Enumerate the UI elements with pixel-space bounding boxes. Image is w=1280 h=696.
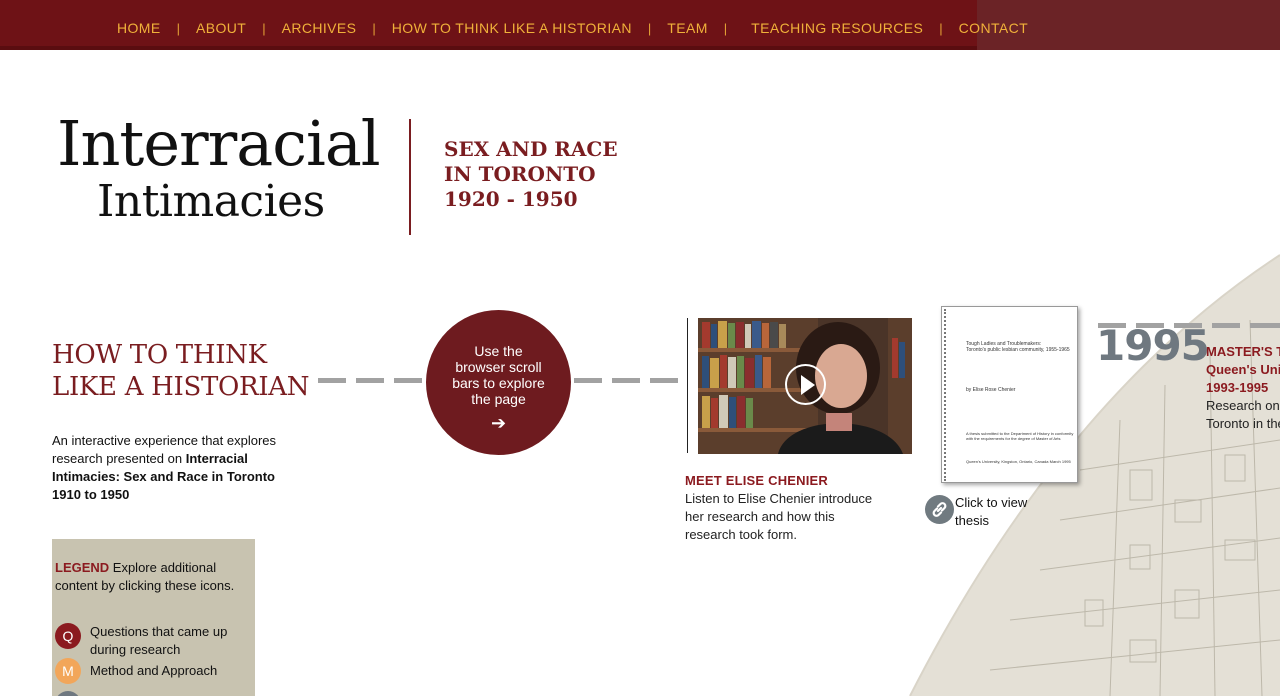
view-thesis-link[interactable]: Click to view thesis	[955, 494, 1045, 530]
masters-desc-line: Research on	[1206, 398, 1280, 413]
spiral-binding	[944, 309, 947, 481]
timeline-dash	[318, 378, 346, 383]
intro-text: An interactive experience that explores …	[52, 432, 292, 504]
site-title-line2: Intimacies	[97, 176, 325, 227]
masters-title-line: MASTER'S T	[1206, 344, 1280, 359]
scroll-hint-line: Use the	[474, 343, 523, 359]
nav-shadow	[0, 46, 977, 50]
thesis-doc-subtitle-text: Toronto's public lesbian community, 1955…	[966, 347, 1070, 353]
nav-separator: |	[939, 20, 943, 36]
legend-header: LEGEND Explore additional content by cli…	[55, 559, 251, 595]
subtitle-line1: SEX AND RACE	[444, 137, 618, 161]
site-title: Interracial	[57, 107, 381, 180]
video-description: Listen to Elise Chenier introduce her re…	[685, 491, 873, 542]
subtitle-line2: IN TORONTO	[444, 162, 596, 186]
subtitle-line3: 1920 - 1950	[444, 187, 578, 211]
timeline-dash	[1250, 323, 1280, 328]
legend-item-label: Method and Approach	[90, 663, 218, 678]
nav-separator: |	[647, 20, 652, 36]
masters-title-line: Queen's Uni	[1206, 362, 1280, 377]
legend-label: LEGEND	[55, 560, 110, 575]
scroll-hint-line: the page	[471, 391, 526, 407]
nav-how-to-think[interactable]: HOW TO THINK LIKE A HISTORIAN	[392, 19, 632, 37]
legend-panel: LEGEND Explore additional content by cli…	[52, 539, 255, 696]
section-heading-line2: LIKE A HISTORIAN	[52, 372, 310, 402]
link-legend-icon[interactable]	[55, 691, 81, 696]
legend-item-label: Questions that came up during research	[90, 624, 228, 657]
nav-contact[interactable]: CONTACT	[959, 19, 1028, 37]
nav-separator: |	[176, 20, 180, 36]
timeline-dash	[650, 378, 678, 383]
timeline-dash	[1212, 323, 1240, 328]
timeline-dash	[394, 378, 422, 383]
nav-teaching-resources[interactable]: TEACHING RESOURCES	[751, 19, 923, 37]
timeline-marker-line	[687, 318, 688, 453]
scroll-hint-line: browser scroll	[455, 359, 542, 375]
arrow-right-icon: ➔	[490, 413, 507, 433]
play-icon[interactable]	[785, 364, 826, 405]
nav-archives[interactable]: ARCHIVES	[282, 19, 357, 37]
nav-about[interactable]: ABOUT	[196, 19, 246, 37]
title-divider	[409, 119, 411, 235]
scroll-hint-line: bars to explore	[452, 375, 545, 391]
legend-item-questions: Q Questions that came up during research	[55, 623, 240, 659]
masters-title[interactable]: MASTER'S T Queen's Uni 1993-1995	[1206, 343, 1280, 397]
scroll-hint-circle[interactable]: Use the browser scroll bars to explore t…	[426, 310, 571, 455]
masters-description: Research on Toronto in the	[1206, 397, 1280, 433]
timeline-dash	[612, 378, 640, 383]
top-navigation: HOME | ABOUT | ARCHIVES | HOW TO THINK LIKE…	[0, 0, 1280, 50]
masters-title-line: 1993-1995	[1206, 380, 1269, 395]
video-title[interactable]: MEET ELISE CHENIER	[685, 472, 828, 489]
method-icon[interactable]: M	[55, 658, 81, 684]
timeline-year: 1995	[1096, 321, 1210, 370]
legend-item-method: M Method and Approach	[55, 658, 240, 684]
nav-separator: |	[723, 20, 728, 36]
section-heading-line1: HOW TO THINK	[52, 340, 267, 370]
link-icon[interactable]	[925, 495, 954, 524]
thesis-doc-statement: A thesis submitted to the Department of …	[966, 431, 1074, 441]
thesis-doc-author: by Elise Rose Chenier	[966, 387, 1016, 393]
section-heading: HOW TO THINK LIKE A HISTORIAN	[52, 339, 310, 403]
masters-desc-line: Toronto in the	[1206, 416, 1280, 431]
thesis-document-image[interactable]: Tough Ladies and Troublemakers: Toronto's…	[941, 306, 1078, 483]
scroll-hint-text: Use the browser scroll bars to explore t…	[426, 343, 571, 407]
timeline-dash	[574, 378, 602, 383]
thesis-doc-title: Tough Ladies and Troublemakers: Toronto's…	[966, 341, 1076, 353]
legend-item-third	[55, 691, 81, 696]
timeline-dash	[356, 378, 384, 383]
nav-separator: |	[262, 20, 266, 36]
questions-icon[interactable]: Q	[55, 623, 81, 649]
nav-team[interactable]: TEAM	[667, 19, 708, 37]
nav-separator: |	[372, 20, 376, 36]
site-subtitle: SEX AND RACE IN TORONTO 1920 - 1950	[444, 137, 618, 212]
thesis-doc-place: Queen's University, Kingston, Ontario, C…	[966, 459, 1071, 464]
nav-menu: HOME | ABOUT | ARCHIVES | HOW TO THINK LIKE…	[117, 19, 1028, 37]
nav-home[interactable]: HOME	[117, 19, 161, 37]
